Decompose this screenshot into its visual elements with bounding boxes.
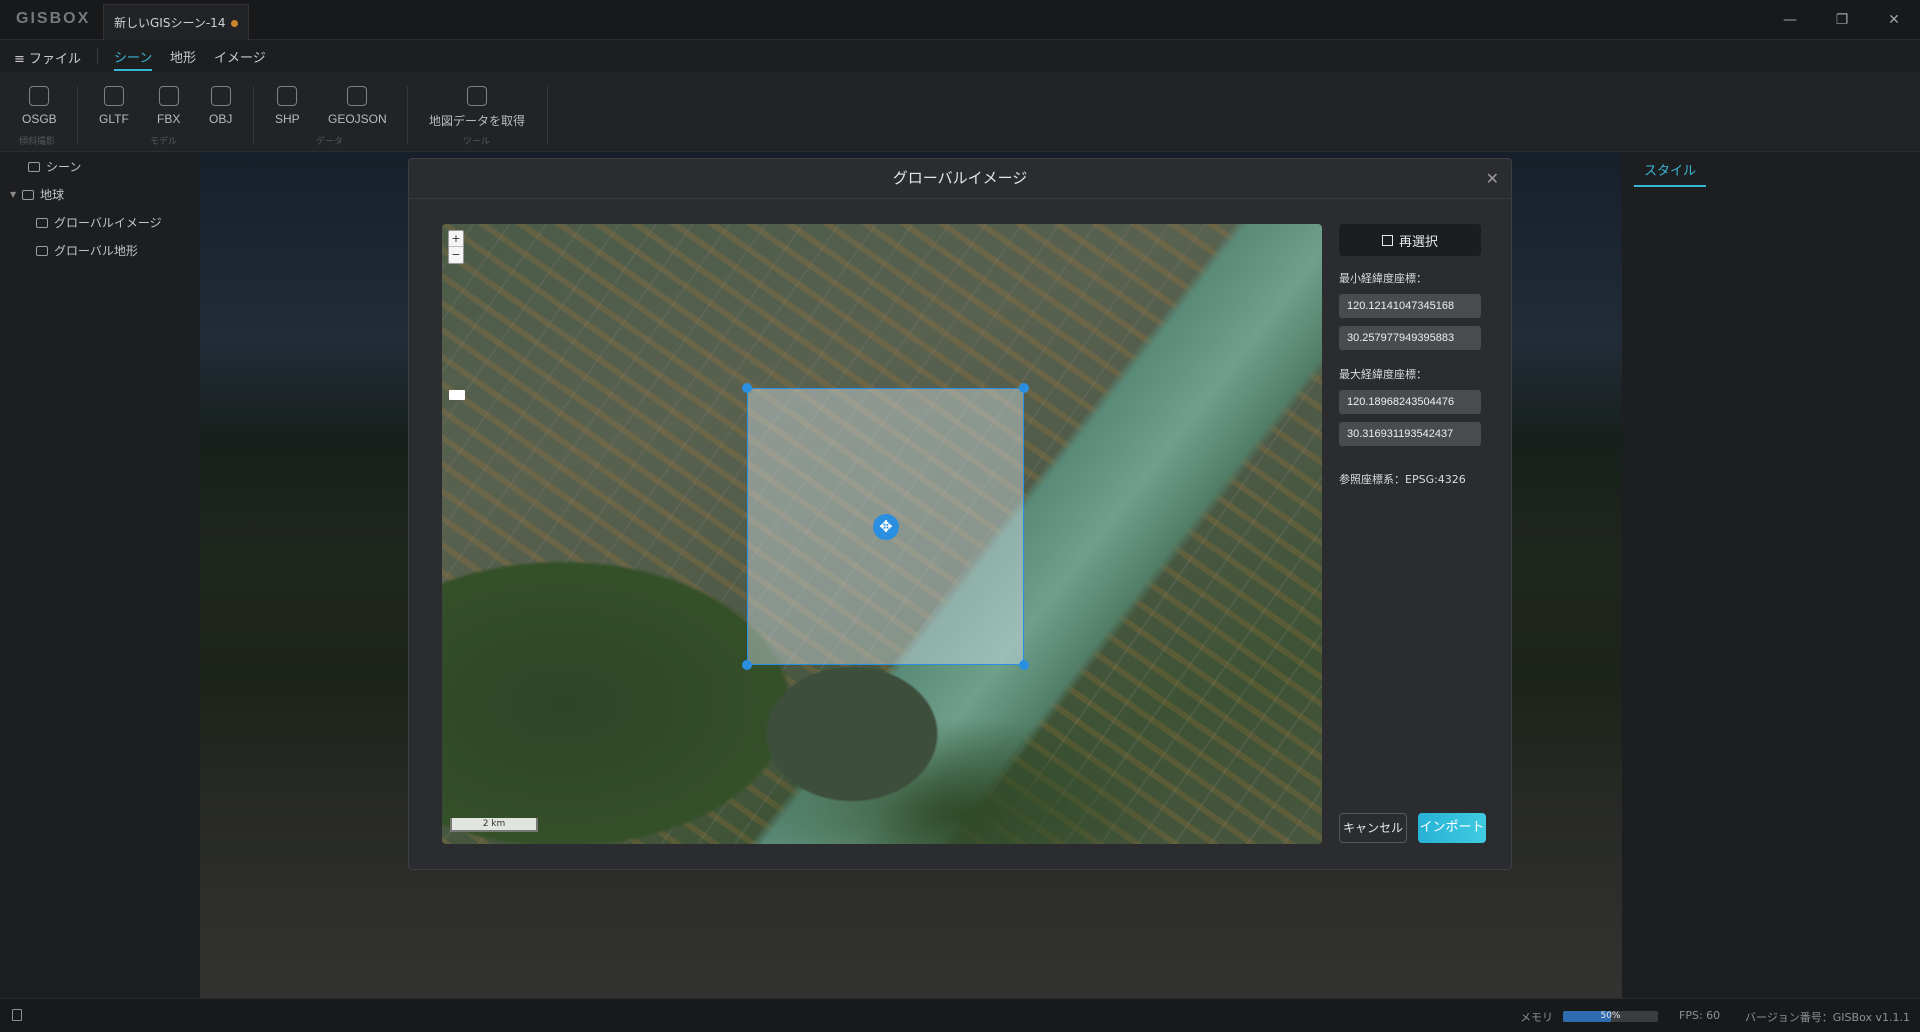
tree-item-scene[interactable]: シーン	[28, 158, 81, 175]
tree-item-global-terrain[interactable]: グローバル地形	[36, 242, 138, 259]
ribbon-separator	[77, 86, 78, 144]
zoom-control: + −	[448, 230, 464, 264]
osgb-icon	[29, 86, 50, 106]
unsaved-dot-icon	[231, 20, 238, 27]
document-tab-label: 新しいGISシーン-14	[114, 16, 226, 30]
shp-button[interactable]: SHP	[275, 86, 300, 126]
memory-percent: 50%	[1600, 1011, 1621, 1021]
document-tab[interactable]: 新しいGISシーン-14	[103, 4, 249, 40]
ribbon-separator	[547, 86, 548, 144]
gltf-button[interactable]: GLTF	[99, 86, 129, 126]
resize-handle-bottom-right[interactable]	[1019, 660, 1029, 670]
resize-handle-top-left[interactable]	[742, 383, 752, 393]
expand-arrow-icon[interactable]: ▼	[10, 190, 16, 199]
scale-bar: 2 km	[450, 818, 538, 832]
shp-icon	[277, 86, 298, 106]
window-controls: — ❐ ✕	[1764, 0, 1920, 40]
tab-style[interactable]: スタイル	[1634, 152, 1707, 187]
terrain-icon	[36, 245, 48, 256]
tree-item-global-image[interactable]: グローバルイメージ	[36, 214, 162, 231]
fbx-button[interactable]: FBX	[157, 86, 180, 126]
crs-label: 参照座標系：EPSG:4326	[1339, 473, 1466, 486]
scene-icon	[28, 161, 40, 172]
reselect-button[interactable]: 再選択	[1339, 224, 1481, 256]
min-coord-label: 最小経緯度座標：	[1339, 272, 1427, 285]
get-map-data-button[interactable]: 地図データを取得	[429, 86, 525, 129]
fps-readout: FPS: 60	[1679, 1009, 1721, 1022]
selection-rectangle[interactable]: ✥	[742, 383, 1029, 670]
osgb-label: OSGB	[22, 112, 57, 126]
obj-button[interactable]: OBJ	[209, 86, 232, 126]
image-icon	[36, 217, 48, 228]
tab-scene[interactable]: シーン	[114, 47, 153, 71]
scene-tree-panel: シーン ▼ 地球 グローバルイメージ グローバル地形	[0, 152, 200, 998]
tab-terrain[interactable]: 地形	[170, 47, 196, 66]
reselect-label: 再選択	[1398, 234, 1438, 250]
dialog-title: グローバルイメージ	[409, 159, 1511, 199]
cancel-button[interactable]: キャンセル	[1339, 813, 1407, 843]
group-oblique: 傾斜撮影	[19, 137, 56, 147]
geojson-label: GEOJSON	[328, 112, 387, 126]
ribbon-separator	[407, 86, 408, 144]
min-latitude-field[interactable]: 30.257977949395883	[1339, 326, 1481, 350]
tree-item-label: グローバルイメージ	[54, 216, 162, 230]
satellite-map[interactable]: + − ✥ 2 km	[442, 224, 1322, 844]
obj-icon	[210, 86, 231, 106]
group-tools: ツール	[463, 137, 491, 147]
minimize-button[interactable]: —	[1764, 0, 1816, 40]
properties-panel: スタイル	[1622, 152, 1920, 998]
tree-item-label: シーン	[46, 160, 82, 174]
tab-image[interactable]: イメージ	[214, 47, 266, 66]
tree-item-label: 地球	[40, 188, 65, 202]
geojson-icon	[347, 86, 368, 106]
tree-item-label: グローバル地形	[54, 244, 138, 258]
gltf-label: GLTF	[99, 112, 129, 126]
menu-bar: ≡ ファイル シーン 地形 イメージ	[0, 40, 1920, 72]
close-window-button[interactable]: ✕	[1868, 0, 1920, 40]
app-logo: GISBOX	[16, 10, 91, 27]
global-image-dialog: グローバルイメージ ✕ + − ✥ 2 km 再選択 最小経緯度座標： 120.…	[408, 158, 1512, 870]
ribbon-separator	[253, 86, 254, 144]
ribbon-toolbar: OSGB 傾斜撮影 GLTF FBX OBJ モデル SHP GEOJSON デ…	[0, 72, 1920, 152]
group-data: データ	[316, 137, 344, 147]
fbx-label: FBX	[157, 112, 181, 126]
title-bar: GISBOX 新しいGISシーン-14 — ❐ ✕	[0, 0, 1920, 40]
log-icon[interactable]	[12, 1009, 22, 1021]
restore-button[interactable]: ❐	[1816, 0, 1868, 40]
file-menu[interactable]: ≡ ファイル	[14, 48, 81, 67]
osgb-button[interactable]: OSGB	[22, 86, 57, 126]
import-button[interactable]: インポート	[1418, 813, 1486, 843]
max-coord-label: 最大経緯度座標：	[1339, 368, 1427, 381]
globe-icon	[22, 189, 35, 200]
resize-handle-top-right[interactable]	[1019, 383, 1029, 393]
menu-separator	[97, 48, 98, 64]
shp-label: SHP	[275, 112, 300, 126]
map-data-icon	[467, 86, 487, 106]
map-marker	[449, 390, 465, 400]
move-icon[interactable]: ✥	[873, 514, 899, 540]
max-longitude-field[interactable]: 120.18968243504476	[1339, 390, 1481, 414]
obj-label: OBJ	[209, 112, 233, 126]
gltf-icon	[103, 86, 124, 106]
zoom-in-button[interactable]: +	[449, 231, 463, 247]
get-map-data-label: 地図データを取得	[429, 114, 526, 128]
tree-item-globe[interactable]: ▼ 地球	[10, 186, 64, 203]
dialog-close-button[interactable]: ✕	[1486, 169, 1499, 188]
memory-label: メモリ	[1520, 1011, 1553, 1024]
min-longitude-field[interactable]: 120.12141047345168	[1339, 294, 1481, 318]
geojson-button[interactable]: GEOJSON	[328, 86, 387, 126]
status-bar: メモリ 50% FPS: 60 バージョン番号：GISBox v1.1.1	[0, 998, 1920, 1032]
max-latitude-field[interactable]: 30.316931193542437	[1339, 422, 1481, 446]
zoom-out-button[interactable]: −	[451, 248, 460, 261]
resize-handle-bottom-left[interactable]	[742, 660, 752, 670]
group-model: モデル	[150, 137, 178, 147]
fbx-icon	[158, 86, 179, 106]
version-label: バージョン番号：GISBox v1.1.1	[1745, 1011, 1910, 1024]
crop-icon	[1381, 234, 1393, 246]
